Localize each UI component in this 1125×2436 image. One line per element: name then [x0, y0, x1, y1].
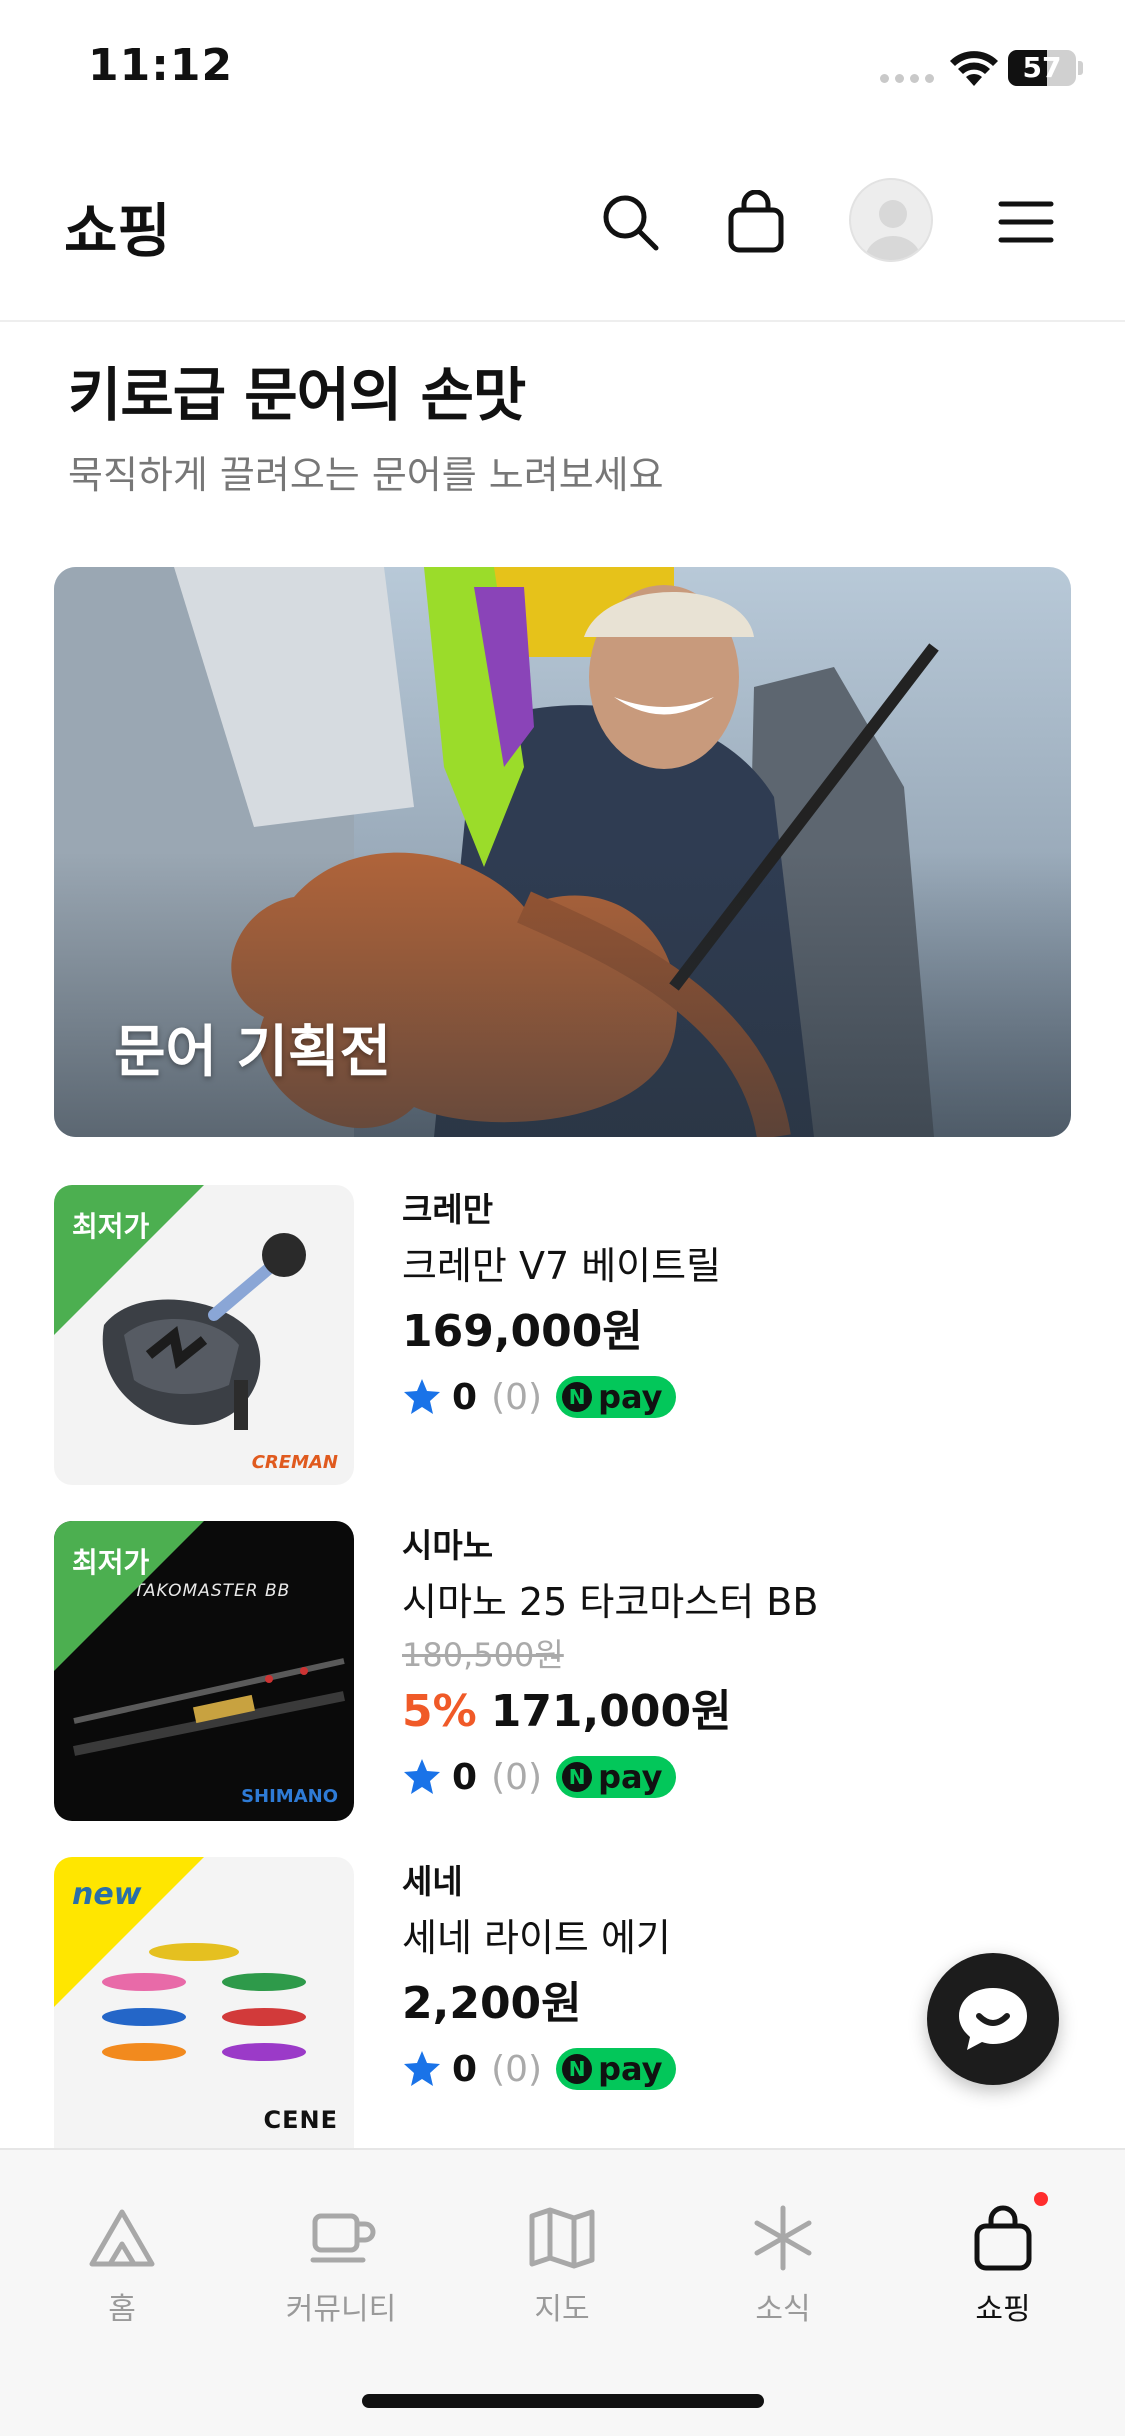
- nav-label: 지도: [534, 2292, 590, 2327]
- product-thumbnail: 최저가 CREMAN: [54, 1185, 354, 1485]
- bottom-navigation: 홈 커뮤니티 지도 소식 쇼핑: [0, 2148, 1125, 2436]
- npay-label: pay: [598, 1378, 663, 1416]
- user-silhouette-icon: [865, 200, 921, 260]
- search-button[interactable]: [590, 182, 670, 262]
- menu-button[interactable]: [986, 182, 1066, 262]
- cup-icon: [310, 2213, 376, 2263]
- nav-item-shopping[interactable]: 쇼핑: [923, 2202, 1083, 2342]
- rating-row: 0 (0) N pay: [402, 1367, 1062, 1427]
- product-thumbnail: TAKOMASTER BB 최저가 SHIMANO: [54, 1521, 354, 1821]
- product-info: 시마노 시마노 25 타코마스터 BB 180,500원 5% 171,000원 …: [402, 1521, 1062, 1807]
- shopping-bag-icon: [974, 2205, 1032, 2271]
- banner-label: 문어 기획전: [114, 1020, 392, 1085]
- star-icon: [404, 2051, 440, 2086]
- chat-bubble-icon: [959, 1988, 1027, 2050]
- product-price: 169,000원: [402, 1306, 643, 1357]
- chat-button[interactable]: [927, 1953, 1059, 2085]
- rating-value: 0: [452, 2048, 478, 2090]
- review-count: (0): [491, 1376, 543, 1418]
- review-count: (0): [491, 2048, 543, 2090]
- cart-button[interactable]: [716, 182, 796, 262]
- shopping-bag-icon: [728, 190, 784, 253]
- price-row: 5% 171,000원: [402, 1677, 1062, 1747]
- battery-percent: 57: [1022, 51, 1062, 84]
- status-time: 11:12: [88, 40, 234, 91]
- npay-label: pay: [598, 1758, 663, 1796]
- nav-label: 커뮤니티: [285, 2292, 397, 2327]
- product-name: 크레만 V7 베이트릴: [402, 1244, 722, 1288]
- product-brand: 크레만: [402, 1190, 494, 1229]
- product-card[interactable]: 최저가 CREMAN 크레만 크레만 V7 베이트릴 169,000원 0 (0…: [54, 1185, 1071, 1485]
- brand-logo: SHIMANO: [241, 1786, 338, 1807]
- nav-item-community[interactable]: 커뮤니티: [261, 2202, 421, 2342]
- battery-cap: [1078, 61, 1083, 75]
- search-icon: [603, 195, 659, 251]
- badge-label: 최저가: [72, 1546, 150, 1579]
- menu-icon: [998, 201, 1054, 243]
- asterisk-icon: [754, 2205, 812, 2271]
- wifi-icon: [950, 51, 998, 86]
- rating-row: 0 (0) N pay: [402, 1747, 1062, 1807]
- product-price: 2,200원: [402, 1978, 582, 2029]
- price-row: 169,000원: [402, 1297, 1062, 1367]
- product-brand: 세네: [402, 1862, 463, 1901]
- star-icon: [404, 1759, 440, 1794]
- home-indicator: [362, 2394, 764, 2408]
- app-header: 쇼핑: [0, 140, 1125, 322]
- npay-badge: N pay: [556, 2048, 677, 2090]
- original-price: 180,500원: [402, 1636, 564, 1674]
- nav-item-home[interactable]: 홈: [42, 2202, 202, 2342]
- nav-label: 소식: [755, 2292, 811, 2327]
- brand-logo: CREMAN: [251, 1452, 338, 1473]
- brand-logo: CENE: [263, 2106, 338, 2134]
- cellular-signal-icon: [880, 74, 934, 83]
- badge-label: 최저가: [72, 1210, 150, 1243]
- nav-item-map[interactable]: 지도: [482, 2202, 642, 2342]
- section-subtitle: 묵직하게 끌려오는 문어를 노려보세요: [68, 453, 664, 497]
- promo-banner[interactable]: 문어 기획전: [54, 567, 1071, 1137]
- nav-item-news[interactable]: 소식: [703, 2202, 863, 2342]
- naver-n-icon: N: [562, 1762, 593, 1792]
- rating-value: 0: [452, 1376, 478, 1418]
- rating-value: 0: [452, 1756, 478, 1798]
- naver-n-icon: N: [562, 2054, 593, 2084]
- review-count: (0): [491, 1756, 543, 1798]
- notification-dot: [1034, 2192, 1048, 2206]
- badge-label: new: [72, 1877, 142, 1912]
- product-brand: 시마노: [402, 1526, 494, 1565]
- map-icon: [529, 2207, 595, 2269]
- product-thumbnail: new CENE: [54, 1857, 354, 2148]
- nav-label: 홈: [108, 2292, 136, 2327]
- avatar[interactable]: [849, 178, 933, 262]
- product-name: 시마노 25 타코마스터 BB: [402, 1580, 819, 1624]
- section-title: 키로급 문어의 손맛: [68, 361, 526, 429]
- npay-badge: N pay: [556, 1376, 677, 1418]
- npay-label: pay: [598, 2050, 663, 2088]
- page-title: 쇼핑: [64, 197, 171, 265]
- star-icon: [404, 1379, 440, 1414]
- product-card[interactable]: new CENE 세네 세네 라이트 에기 2,200원 0 (0) N pay: [54, 1857, 1071, 2157]
- product-card[interactable]: TAKOMASTER BB 최저가 SHIMANO 시마노 시마노 25 타코마…: [54, 1521, 1071, 1821]
- discount-rate: 5%: [402, 1686, 477, 1737]
- status-bar: 11:12 57: [0, 0, 1125, 140]
- battery-icon: 57: [1008, 50, 1076, 86]
- nav-label: 쇼핑: [975, 2292, 1031, 2327]
- product-price: 171,000원: [490, 1686, 732, 1737]
- naver-n-icon: N: [562, 1382, 593, 1412]
- npay-badge: N pay: [556, 1756, 677, 1798]
- tent-icon: [89, 2209, 155, 2267]
- product-info: 크레만 크레만 V7 베이트릴 169,000원 0 (0) N pay: [402, 1185, 1062, 1427]
